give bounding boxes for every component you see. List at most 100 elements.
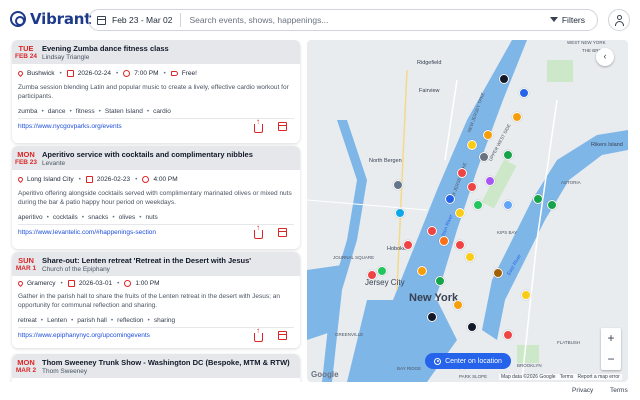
event-marker[interactable]: [479, 152, 489, 162]
event-marker[interactable]: [473, 200, 483, 210]
calendar-icon: [66, 70, 74, 77]
center-on-location-button[interactable]: Center on location: [425, 353, 511, 369]
event-tag[interactable]: fitness: [76, 108, 95, 115]
event-marker[interactable]: [533, 194, 543, 204]
event-marker[interactable]: [453, 300, 463, 310]
event-marker[interactable]: [485, 176, 495, 186]
event-marker[interactable]: [377, 266, 387, 276]
event-marker[interactable]: [493, 268, 503, 278]
privacy-link[interactable]: Privacy: [572, 387, 593, 394]
map-terms-link[interactable]: Terms: [560, 374, 574, 380]
event-marker[interactable]: [467, 182, 477, 192]
event-marker[interactable]: [457, 168, 467, 178]
event-tag[interactable]: dance: [48, 108, 66, 115]
filters-button[interactable]: Filters: [549, 15, 585, 25]
event-tag[interactable]: Staten Island: [105, 108, 143, 115]
event-marker[interactable]: [512, 112, 522, 122]
user-menu-button[interactable]: [608, 9, 630, 31]
road: [307, 199, 428, 211]
event-link[interactable]: https://www.epiphanynyc.org/upcomingeven…: [18, 332, 150, 339]
event-venue[interactable]: Levante: [42, 160, 65, 167]
map-label-astoria: ASTORIA: [561, 180, 581, 185]
event-marker[interactable]: [393, 180, 403, 190]
event-tag[interactable]: olives: [119, 214, 136, 221]
add-to-calendar-icon[interactable]: [278, 228, 287, 237]
event-marker[interactable]: [547, 200, 557, 210]
calendar-icon[interactable]: [97, 15, 106, 25]
event-marker[interactable]: [503, 150, 513, 160]
event-marker[interactable]: [503, 330, 513, 340]
terms-link[interactable]: Terms: [610, 387, 628, 394]
price-tag-icon: [170, 71, 178, 76]
date-range[interactable]: Feb 23 - Mar 02: [112, 15, 172, 25]
location-pin-icon: [16, 175, 25, 184]
event-tag[interactable]: zumba: [18, 108, 38, 115]
event-tag[interactable]: cocktails: [53, 214, 78, 221]
event-tag[interactable]: sharing: [154, 317, 175, 324]
collapse-panel-button[interactable]: ‹: [596, 48, 614, 66]
event-marker[interactable]: [427, 226, 437, 236]
share-icon[interactable]: [254, 224, 263, 239]
event-venue[interactable]: Church of the Epiphany: [42, 266, 110, 273]
event-venue[interactable]: Lindsay Triangle: [42, 54, 89, 61]
event-marker[interactable]: [467, 140, 477, 150]
event-marker[interactable]: [455, 240, 465, 250]
event-meta: Long Island City • 2026-02-23 • 4:00 PM: [16, 175, 178, 184]
event-title[interactable]: Thom Sweeney Trunk Show - Washington DC …: [42, 358, 290, 367]
report-map-error-link[interactable]: Report a map error: [578, 374, 620, 380]
event-description: Zumba session blending Latin and popular…: [18, 84, 289, 100]
share-icon[interactable]: [254, 327, 263, 342]
event-tag[interactable]: aperitivo: [18, 214, 43, 221]
event-title[interactable]: Share-out: Lenten retreat 'Retreat in th…: [42, 256, 251, 265]
event-marker[interactable]: [465, 252, 475, 262]
event-title[interactable]: Evening Zumba dance fitness class: [42, 44, 169, 53]
zoom-in-button[interactable]: +: [601, 328, 621, 349]
event-card[interactable]: MON FEB 23 Aperitivo service with cockta…: [12, 146, 300, 249]
event-tag[interactable]: Lenten: [47, 317, 67, 324]
event-marker[interactable]: [435, 276, 445, 286]
map-view[interactable]: WEST NEW YORK THE BRONX Ridgefield Fairv…: [307, 40, 628, 382]
event-marker[interactable]: [445, 194, 455, 204]
event-tag[interactable]: nuts: [146, 214, 158, 221]
event-tags: zumba • dance • fitness • Staten Island • ca…: [18, 108, 171, 115]
event-marker[interactable]: [427, 312, 437, 322]
event-marker[interactable]: [503, 200, 513, 210]
event-venue[interactable]: Thom Sweeney: [42, 368, 87, 375]
event-time: 4:00 PM: [153, 176, 178, 183]
map-data-credit: Map data ©2026 Google: [501, 374, 556, 380]
calendar-icon: [85, 176, 93, 183]
event-marker[interactable]: [521, 290, 531, 300]
event-tag[interactable]: parish hall: [77, 317, 107, 324]
event-meta: Gramercy • 2026-03-01 • 1:00 PM: [16, 279, 160, 288]
search-input[interactable]: Search events, shows, happenings...: [189, 15, 549, 25]
event-marker[interactable]: [455, 208, 465, 218]
event-card[interactable]: MON MAR 2 Thom Sweeney Trunk Show - Wash…: [12, 354, 300, 382]
newark-bay: [307, 265, 342, 340]
event-card[interactable]: TUE FEB 24 Evening Zumba dance fitness c…: [12, 40, 300, 143]
event-marker[interactable]: [499, 74, 509, 84]
event-marker[interactable]: [467, 322, 477, 332]
search-divider: [180, 13, 182, 27]
event-marker[interactable]: [367, 270, 377, 280]
add-to-calendar-icon[interactable]: [278, 331, 287, 340]
event-title[interactable]: Aperitivo service with cocktails and com…: [42, 150, 253, 159]
event-tag[interactable]: reflection: [117, 317, 143, 324]
event-tag[interactable]: cardio: [153, 108, 171, 115]
event-marker[interactable]: [439, 236, 449, 246]
event-marker[interactable]: [417, 266, 427, 276]
search-bar: Feb 23 - Mar 02 Search events, shows, ha…: [88, 9, 598, 31]
event-tag[interactable]: retreat: [18, 317, 37, 324]
add-to-calendar-icon[interactable]: [278, 122, 287, 131]
google-logo[interactable]: Google: [311, 370, 339, 379]
event-marker[interactable]: [403, 240, 413, 250]
app-logo[interactable]: Vibrant: [10, 10, 91, 28]
event-marker[interactable]: [395, 208, 405, 218]
event-tag[interactable]: snacks: [88, 214, 108, 221]
event-marker[interactable]: [519, 88, 529, 98]
event-marker[interactable]: [483, 130, 493, 140]
share-icon[interactable]: [254, 118, 263, 133]
zoom-out-button[interactable]: −: [601, 349, 621, 370]
event-link[interactable]: https://www.nycgovparks.org/events: [18, 123, 122, 130]
event-link[interactable]: https://www.levantelic.com/#happenings-s…: [18, 229, 156, 236]
event-card[interactable]: SUN MAR 1 Share-out: Lenten retreat 'Ret…: [12, 252, 300, 348]
